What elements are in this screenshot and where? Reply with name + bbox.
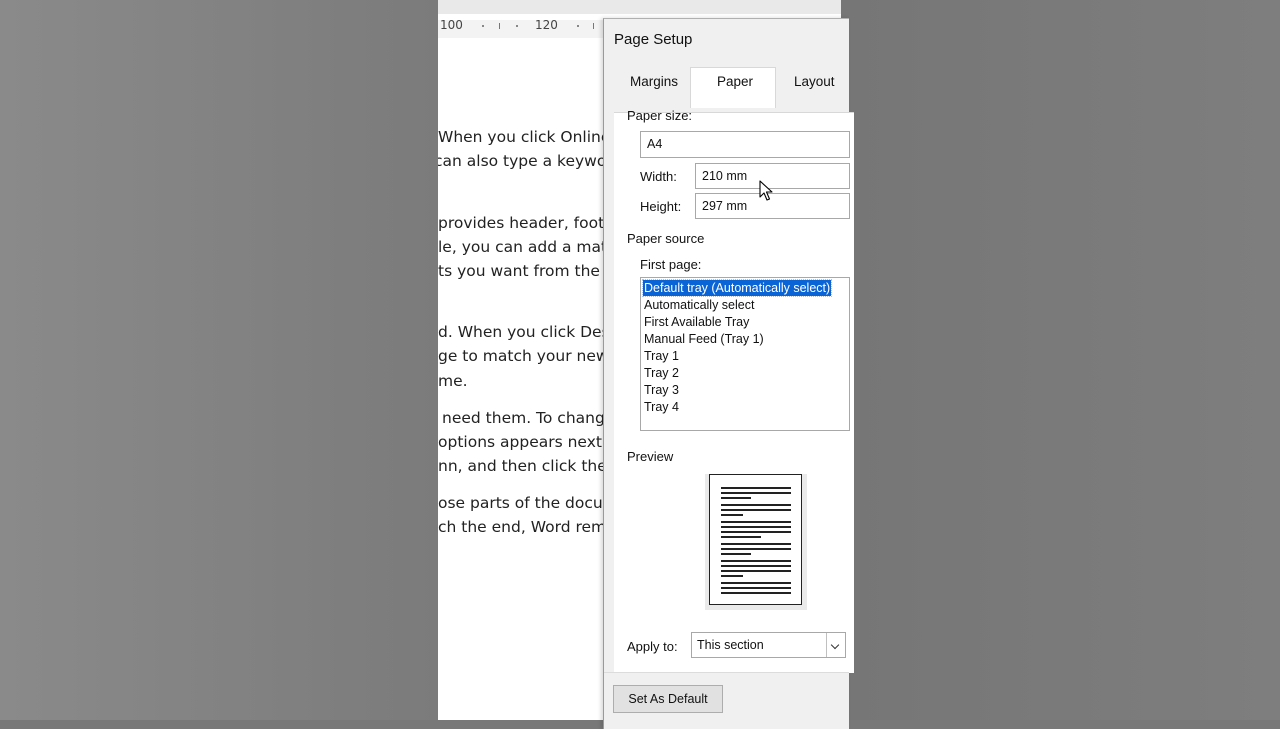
preview-line: [721, 570, 791, 572]
tab-layout[interactable]: Layout: [794, 74, 835, 89]
list-item-tray-3[interactable]: Tray 3: [643, 382, 680, 398]
apply-to-label: Apply to:: [627, 639, 678, 654]
doc-text-line: le, you can add a matc: [438, 238, 616, 256]
list-item-tray-1[interactable]: Tray 1: [643, 348, 680, 364]
ruler-tick: [499, 23, 500, 29]
preview-line: [721, 548, 791, 550]
list-item-tray-2[interactable]: Tray 2: [643, 365, 680, 381]
doc-text-line: options appears next to: [438, 433, 623, 451]
preview-line: [721, 514, 743, 516]
page-setup-dialog: Page Setup Margins Paper Layout Paper si…: [603, 18, 854, 729]
preview-page: [709, 474, 802, 605]
first-page-listbox[interactable]: Default tray (Automatically select) Auto…: [640, 277, 850, 431]
width-label: Width:: [640, 169, 677, 184]
preview-label: Preview: [627, 449, 674, 464]
doc-text-line: nn, and then click the p: [438, 457, 622, 475]
paper-size-label: Paper size:: [627, 108, 693, 123]
first-page-label: First page:: [640, 257, 702, 272]
height-label: Height:: [640, 199, 682, 214]
ruler-label-100: 100: [440, 18, 463, 32]
dialog-footer-divider: [604, 672, 849, 673]
set-as-default-button[interactable]: Set As Default: [613, 685, 723, 713]
preview-line: [721, 497, 751, 499]
doc-text-line: When you click Online: [438, 128, 611, 146]
preview-line: [721, 492, 791, 494]
list-item-default-tray[interactable]: Default tray (Automatically select): [641, 279, 833, 297]
mouse-pointer-icon: [759, 180, 773, 201]
preview-line: [721, 531, 791, 533]
paper-source-label: Paper source: [627, 231, 705, 246]
preview-line: [721, 560, 791, 562]
preview-line: [721, 543, 791, 545]
preview-line: [721, 582, 791, 584]
doc-text-line: me.: [438, 372, 468, 390]
preview-line: [721, 509, 791, 511]
preview-line: [721, 521, 791, 523]
tab-margins[interactable]: Margins: [630, 74, 678, 89]
doc-text-line: provides header, foote: [438, 214, 614, 232]
apply-to-value: This section: [697, 638, 764, 652]
tab-paper-label: Paper: [717, 74, 754, 89]
background-left: [0, 0, 438, 720]
doc-text-line: ts you want from the d: [438, 262, 615, 280]
doc-text-line: d. When you click Desig: [438, 323, 624, 341]
apply-to-dropdown[interactable]: This section: [691, 632, 846, 658]
doc-text-line: need them. To change: [442, 409, 615, 427]
ruler-label-120: 120: [535, 18, 558, 32]
ruler-tick: [593, 23, 594, 29]
preview-line: [721, 526, 791, 528]
tab-paper[interactable]: Paper: [690, 67, 776, 108]
list-item-first-available-tray[interactable]: First Available Tray: [643, 314, 750, 330]
paper-size-dropdown[interactable]: A4: [640, 131, 850, 158]
preview-line: [721, 536, 761, 538]
preview-line: [721, 565, 791, 567]
ruler-dot: [577, 25, 579, 27]
background-right: [841, 0, 1280, 720]
preview-line: [721, 553, 751, 555]
preview-line: [721, 487, 791, 489]
doc-text-line: ge to match your new t: [438, 347, 620, 365]
doc-text-line: ch the end, Word reme: [438, 518, 616, 536]
preview-line: [721, 504, 791, 506]
list-item-tray-4[interactable]: Tray 4: [643, 399, 680, 415]
list-item-manual-feed[interactable]: Manual Feed (Tray 1): [643, 331, 765, 347]
chevron-down-icon[interactable]: [826, 633, 845, 657]
preview-line: [721, 587, 791, 589]
doc-text-line: can also type a keyword: [438, 152, 623, 170]
ruler-dot: [482, 25, 484, 27]
doc-text-line: ose parts of the docum: [438, 494, 618, 512]
list-item-automatically-select[interactable]: Automatically select: [643, 297, 755, 313]
ruler-dot: [516, 25, 518, 27]
preview-line: [721, 575, 743, 577]
preview-line: [721, 592, 791, 594]
dialog-title: Page Setup: [614, 31, 693, 48]
